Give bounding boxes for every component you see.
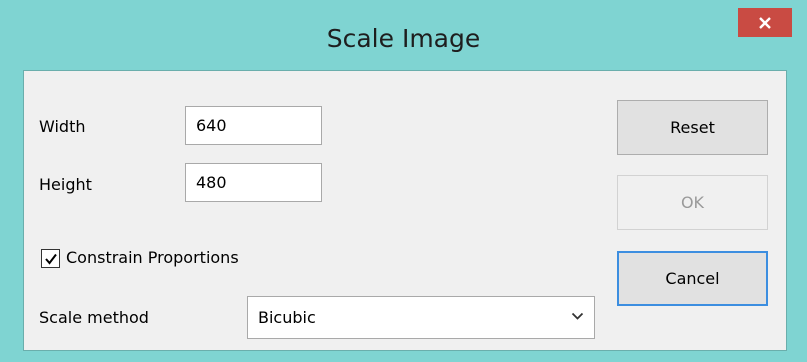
width-input[interactable] <box>185 106 322 145</box>
constrain-proportions-label[interactable]: Constrain Proportions <box>66 248 239 267</box>
constrain-proportions-checkbox[interactable] <box>41 249 60 268</box>
close-icon <box>759 17 771 29</box>
cancel-button[interactable]: Cancel <box>617 251 768 306</box>
scale-method-label: Scale method <box>39 308 149 327</box>
dialog-title: Scale Image <box>326 24 481 53</box>
checkmark-icon <box>45 253 57 265</box>
close-button[interactable] <box>738 8 792 37</box>
reset-button[interactable]: Reset <box>617 100 768 155</box>
scale-method-select[interactable]: Bicubic <box>247 296 595 339</box>
height-label: Height <box>39 175 92 194</box>
scale-image-dialog: Scale Image Width Height Constrain Propo… <box>0 0 807 362</box>
dialog-body: Width Height Constrain Proportions Scale… <box>23 70 787 351</box>
height-input[interactable] <box>185 163 322 202</box>
scale-method-value: Bicubic <box>258 308 316 327</box>
width-label: Width <box>39 117 86 136</box>
ok-button[interactable]: OK <box>617 175 768 230</box>
chevron-down-icon <box>571 312 584 320</box>
